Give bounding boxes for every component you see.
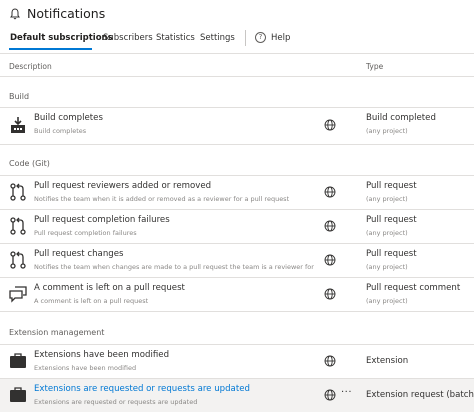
row-title[interactable]: Pull request completion failures [34, 215, 170, 225]
help-icon[interactable]: ? [255, 32, 266, 43]
row-description: Build completes [34, 127, 87, 135]
row-description: Extensions are requested or requests are… [34, 398, 198, 406]
row-title[interactable]: Build completes [34, 113, 103, 123]
tab-settings[interactable]: Settings [200, 33, 235, 43]
row-title[interactable]: A comment is left on a pull request [34, 283, 185, 293]
row-description: Extensions have been modified [34, 364, 137, 372]
tab-default-subscriptions[interactable]: Default subscriptions [10, 33, 113, 43]
pull-request-icon [10, 183, 26, 201]
tab-statistics[interactable]: Statistics [156, 33, 195, 43]
globe-icon [324, 288, 336, 300]
globe-icon [324, 389, 336, 401]
row-type: Pull request [366, 249, 417, 259]
comment-icon [9, 286, 27, 303]
globe-icon [324, 355, 336, 367]
row-title[interactable]: Pull request reviewers added or removed [34, 181, 211, 191]
row-description: Pull request completion failures [34, 229, 137, 237]
row-type: Build completed [366, 113, 436, 123]
table-row[interactable]: Build completes Build completes Build co… [0, 108, 474, 144]
row-type: Extension [366, 356, 409, 366]
table-row[interactable]: Pull request completion failures Pull re… [0, 210, 474, 243]
column-header-type: Type [366, 62, 384, 71]
row-scope: (any project) [366, 195, 408, 203]
tab-subscribers[interactable]: Subscribers [103, 33, 153, 43]
globe-icon [324, 186, 336, 198]
row-title[interactable]: Pull request changes [34, 249, 124, 259]
pull-request-icon [10, 217, 26, 235]
active-tab-indicator [9, 48, 92, 50]
tab-separator [245, 30, 246, 46]
table-row[interactable]: Extensions are requested or requests are… [0, 379, 474, 412]
table-row[interactable]: Extensions have been modified Extensions… [0, 345, 474, 378]
row-title[interactable]: Extensions have been modified [34, 350, 169, 360]
briefcase-icon [10, 387, 26, 402]
row-title[interactable]: Extensions are requested or requests are… [34, 384, 250, 394]
divider [0, 144, 474, 145]
row-type: Pull request comment [366, 283, 461, 293]
divider [0, 53, 474, 54]
divider [0, 76, 474, 77]
table-row[interactable]: A comment is left on a pull request A co… [0, 278, 474, 311]
row-scope: (any project) [366, 127, 408, 135]
table-row[interactable]: Pull request changes Notifies the team w… [0, 244, 474, 277]
tab-bar: Default subscriptions Subscribers Statis… [0, 28, 474, 50]
pull-request-icon [10, 251, 26, 269]
row-type: Pull request [366, 215, 417, 225]
group-label-build: Build [9, 92, 30, 101]
group-label-code: Code (Git) [9, 159, 50, 168]
build-icon [11, 117, 25, 133]
row-description: Notifies the team when changes are made … [34, 263, 314, 271]
globe-icon [324, 119, 336, 131]
row-description: A comment is left on a pull request [34, 297, 149, 305]
row-type: Pull request [366, 181, 417, 191]
globe-icon [324, 220, 336, 232]
bell-icon [10, 8, 20, 20]
page-header: Notifications [0, 0, 474, 28]
tab-help[interactable]: Help [271, 33, 290, 43]
more-actions-icon[interactable]: ··· [341, 387, 352, 398]
row-description: Notifies the team when it is added or re… [34, 195, 290, 203]
row-scope: (any project) [366, 229, 408, 237]
globe-icon [324, 254, 336, 266]
page-title: Notifications [27, 6, 106, 21]
column-header-description: Description [9, 62, 52, 71]
row-scope: (any project) [366, 263, 408, 271]
briefcase-icon [10, 353, 26, 368]
row-type: Extension request (batch) [366, 390, 474, 400]
group-label-extension: Extension management [9, 328, 105, 337]
divider [0, 311, 474, 312]
table-row[interactable]: Pull request reviewers added or removed … [0, 176, 474, 209]
row-scope: (any project) [366, 297, 408, 305]
